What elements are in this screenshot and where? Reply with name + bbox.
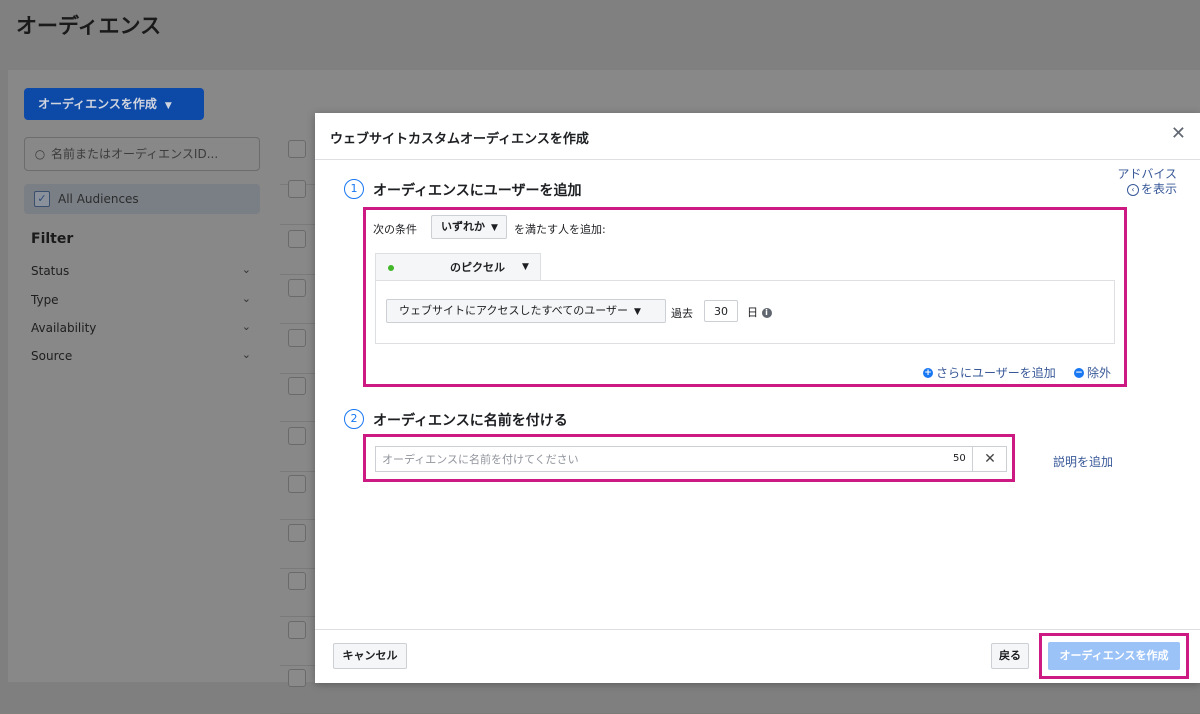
audience-name-field: 50 ✕ — [375, 446, 1007, 472]
create-audience-submit-button[interactable]: オーディエンスを作成 — [1048, 642, 1180, 670]
pixel-label: のピクセル — [450, 261, 505, 274]
filter-source[interactable]: Source ⌄ — [31, 348, 251, 363]
caret-down-icon: ▼ — [491, 223, 498, 233]
filter-label: Status — [31, 264, 70, 278]
condition-suffix: を満たす人を追加: — [514, 223, 606, 236]
page-header: オーディエンス — [0, 0, 1200, 70]
row-checkbox[interactable] — [288, 524, 306, 542]
add-description-link[interactable]: 説明を追加 — [1053, 453, 1113, 470]
page-title: オーディエンス — [16, 14, 162, 38]
row-checkbox[interactable] — [288, 140, 306, 158]
step-1-title: オーディエンスにユーザーを追加 — [373, 183, 582, 199]
rule-select-value: ウェブサイトにアクセスしたすべてのユーザー — [399, 304, 629, 317]
check-icon: ✓ — [34, 190, 50, 207]
row-checkbox[interactable] — [288, 180, 306, 198]
advice-line1: アドバイス — [1117, 167, 1177, 181]
past-label: 過去 — [671, 307, 693, 320]
rule-select[interactable]: ウェブサイトにアクセスしたすべてのユーザー ▼ — [386, 299, 666, 323]
filter-label: Source — [31, 349, 73, 363]
step-2-title: オーディエンスに名前を付ける — [373, 413, 568, 429]
chevron-down-icon: ⌄ — [241, 348, 251, 361]
filter-status[interactable]: Status ⌄ — [31, 263, 251, 278]
condition-prefix: 次の条件 — [373, 223, 417, 236]
chevron-down-icon: ⌄ — [241, 263, 251, 276]
create-audience-button[interactable]: オーディエンスを作成 ▼ — [24, 88, 204, 120]
status-dot-icon — [388, 265, 394, 271]
pixel-select[interactable]: のピクセル ▼ — [375, 253, 541, 281]
modal-header: ウェブサイトカスタムオーディエンスを作成 ✕ — [315, 113, 1200, 160]
row-checkbox[interactable] — [288, 475, 306, 493]
days-unit-group: 日 i — [747, 304, 772, 320]
row-checkbox[interactable] — [288, 279, 306, 297]
cancel-button[interactable]: キャンセル — [333, 643, 407, 669]
days-input[interactable] — [704, 300, 738, 322]
audience-name-input[interactable] — [376, 447, 946, 471]
row-checkbox[interactable] — [288, 669, 306, 687]
exclude-label: 除外 — [1087, 366, 1112, 380]
search-placeholder: 名前またはオーディエンスID... — [51, 147, 219, 161]
modal-title: ウェブサイトカスタムオーディエンスを作成 — [330, 132, 589, 147]
modal-footer: キャンセル 戻る オーディエンスを作成 — [315, 629, 1200, 683]
filter-title: Filter — [31, 231, 74, 247]
row-checkbox[interactable] — [288, 621, 306, 639]
all-audiences-label: All Audiences — [58, 192, 139, 206]
row-checkbox[interactable] — [288, 329, 306, 347]
step-2-number: 2 — [344, 409, 364, 429]
condition-select-value: いずれか — [441, 220, 485, 233]
search-icon: ○ — [34, 147, 46, 161]
show-advice-link[interactable]: アドバイス ‹ を表示 — [1075, 167, 1177, 197]
caret-down-icon: ▼ — [634, 307, 641, 317]
condition-select[interactable]: いずれか ▼ — [431, 215, 507, 239]
step-1-number: 1 — [344, 179, 364, 199]
filter-availability[interactable]: Availability ⌄ — [31, 320, 251, 335]
caret-down-icon: ▼ — [164, 101, 172, 111]
create-audience-label: オーディエンスを作成 — [38, 97, 157, 111]
row-checkbox[interactable] — [288, 377, 306, 395]
exclude-link[interactable]: − 除外 — [1074, 364, 1111, 381]
clear-icon[interactable]: ✕ — [972, 447, 1007, 471]
filter-label: Type — [31, 293, 59, 307]
row-checkbox[interactable] — [288, 427, 306, 445]
chevron-down-icon: ⌄ — [241, 320, 251, 333]
advice-line2: を表示 — [1140, 182, 1177, 196]
info-icon[interactable]: i — [761, 308, 772, 318]
add-more-users-label: さらにユーザーを追加 — [936, 366, 1056, 380]
filter-type[interactable]: Type ⌄ — [31, 292, 251, 307]
row-checkbox[interactable] — [288, 572, 306, 590]
caret-down-icon: ▼ — [522, 262, 529, 272]
row-checkbox[interactable] — [288, 230, 306, 248]
add-more-users-link[interactable]: + さらにユーザーを追加 — [923, 364, 1056, 381]
filter-label: Availability — [31, 321, 97, 335]
all-audiences-item[interactable]: ✓ All Audiences — [24, 184, 260, 214]
close-icon[interactable]: ✕ — [1171, 123, 1186, 144]
days-unit: 日 — [747, 306, 758, 319]
create-website-audience-modal: ウェブサイトカスタムオーディエンスを作成 ✕ アドバイス ‹ を表示 1 オーディ… — [315, 113, 1200, 683]
char-count: 50 — [953, 453, 966, 464]
minus-circle-icon: − — [1074, 367, 1084, 378]
chevron-left-icon: ‹ — [1126, 183, 1139, 196]
chevron-down-icon: ⌄ — [241, 292, 251, 305]
plus-circle-icon: + — [923, 367, 933, 378]
back-button[interactable]: 戻る — [991, 643, 1029, 669]
search-input[interactable]: ○ 名前またはオーディエンスID... — [24, 137, 260, 171]
